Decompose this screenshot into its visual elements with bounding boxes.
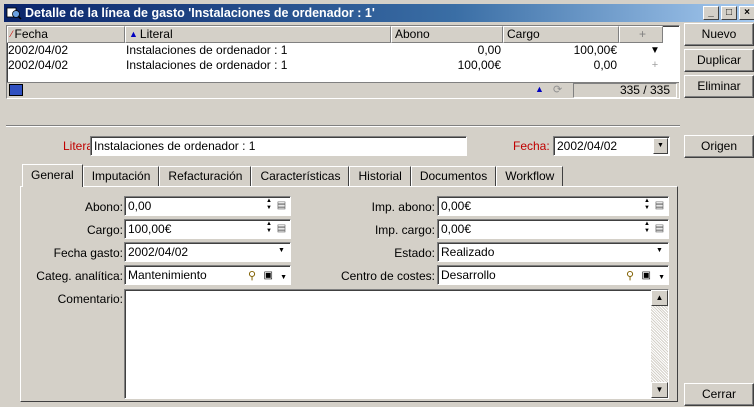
- comentario-textarea[interactable]: ▲ ▼: [124, 289, 669, 399]
- tab-general[interactable]: General: [22, 164, 83, 187]
- literal-field[interactable]: Instalaciones de ordenador : 1: [90, 136, 467, 156]
- centro-costes-field[interactable]: Desarrollo ⚲ ▣ ▼: [437, 265, 669, 285]
- calculator-icon[interactable]: ▤: [276, 199, 287, 212]
- abono-field[interactable]: 0,00 ▲ ▼ ▤: [124, 196, 291, 216]
- app-icon: [6, 6, 22, 20]
- comment-scrollbar[interactable]: ▲ ▼: [651, 290, 668, 398]
- fecha-dropdown-icon[interactable]: ▼: [653, 138, 668, 154]
- separator: [6, 125, 680, 127]
- table-row[interactable]: 2002/04/02 Instalaciones de ordenador : …: [7, 43, 619, 58]
- tab-imputacion[interactable]: Imputación: [82, 166, 160, 187]
- abono-label: Abono:: [84, 200, 123, 214]
- categ-analitica-label: Categ. analítica:: [36, 269, 123, 283]
- estado-label: Estado:: [394, 246, 435, 260]
- minimize-button[interactable]: _: [703, 6, 719, 20]
- estado-dropdown-icon[interactable]: ▼: [652, 244, 667, 260]
- table-row[interactable]: 2002/04/02 Instalaciones de ordenador : …: [7, 58, 619, 73]
- cargo-label: Cargo:: [86, 223, 123, 237]
- fecha-label: Fecha:: [513, 139, 550, 153]
- sort-ascending-icon: ▲: [129, 29, 138, 39]
- list-footer: ▲ ⟳ 335 / 335: [7, 82, 679, 98]
- refresh-icon[interactable]: ⟳: [553, 83, 562, 96]
- origin-button[interactable]: Origen: [684, 135, 754, 158]
- imp-cargo-label: Imp. cargo:: [374, 223, 435, 237]
- imp-abono-spinner-icon[interactable]: ▲ ▼: [642, 198, 652, 214]
- close-button[interactable]: Cerrar: [684, 383, 754, 406]
- fecha-gasto-label: Fecha gasto:: [53, 246, 123, 260]
- magnifier-icon[interactable]: ⚲: [626, 267, 634, 284]
- duplicate-button[interactable]: Duplicar: [684, 49, 754, 72]
- close-window-button[interactable]: ×: [739, 6, 754, 20]
- record-counter: 335 / 335: [573, 83, 677, 98]
- list-options-icon[interactable]: [9, 84, 23, 96]
- cargo-field[interactable]: 100,00€ ▲ ▼ ▤: [124, 219, 291, 239]
- list-header: ⁄ Fecha ▲ Literal Abono Cargo +: [7, 26, 679, 43]
- fecha-gasto-field[interactable]: 2002/04/02 ▼: [124, 242, 291, 262]
- expense-lines-list[interactable]: ⁄ Fecha ▲ Literal Abono Cargo + 2002/04/02…: [6, 25, 680, 99]
- abono-spinner-icon[interactable]: ▲ ▼: [264, 198, 274, 214]
- cargo-spinner-icon[interactable]: ▲ ▼: [264, 221, 274, 237]
- maximize-button[interactable]: □: [721, 6, 737, 20]
- add-row-icon[interactable]: +: [647, 58, 663, 73]
- scroll-up-icon[interactable]: ▲: [535, 84, 544, 94]
- centro-dropdown-icon[interactable]: ▼: [658, 269, 665, 284]
- categ-analitica-field[interactable]: Mantenimiento ⚲ ▣ ▼: [124, 265, 291, 285]
- calculator-icon[interactable]: ▤: [654, 199, 665, 212]
- imp-abono-label: Imp. abono:: [371, 200, 435, 214]
- details-icon[interactable]: ▣: [642, 267, 651, 284]
- calculator-icon[interactable]: ▤: [654, 222, 665, 235]
- fecha-field[interactable]: 2002/04/02 ▼: [553, 136, 670, 156]
- column-header-cargo[interactable]: Cargo: [503, 26, 619, 43]
- sort-indicator-icon: ⁄: [11, 29, 13, 39]
- tab-documentos[interactable]: Documentos: [410, 166, 497, 187]
- imp-cargo-spinner-icon[interactable]: ▲ ▼: [642, 221, 652, 237]
- scroll-up-icon[interactable]: ▲: [651, 290, 668, 306]
- fecha-gasto-dropdown-icon[interactable]: ▼: [274, 244, 289, 260]
- detail-window: Detalle de la línea de gasto 'Instalacio…: [0, 0, 754, 407]
- tab-historial[interactable]: Historial: [349, 166, 411, 187]
- column-header-fecha[interactable]: ⁄ Fecha: [7, 26, 125, 43]
- delete-button[interactable]: Eliminar: [684, 75, 754, 98]
- scroll-down-icon[interactable]: ▼: [647, 43, 663, 58]
- imp-cargo-field[interactable]: 0,00€ ▲ ▼ ▤: [437, 219, 669, 239]
- comentario-label: Comentario:: [57, 292, 123, 306]
- categ-dropdown-icon[interactable]: ▼: [280, 269, 287, 284]
- magnifier-icon[interactable]: ⚲: [248, 267, 256, 284]
- new-button[interactable]: Nuevo: [684, 23, 754, 46]
- tab-bar: General Imputación Refacturación Caracte…: [22, 164, 564, 187]
- centro-costes-label: Centro de costes:: [340, 269, 435, 283]
- details-icon[interactable]: ▣: [264, 267, 273, 284]
- column-chooser-icon[interactable]: +: [619, 26, 663, 43]
- tab-workflow[interactable]: Workflow: [496, 166, 564, 187]
- column-header-abono[interactable]: Abono: [391, 26, 503, 43]
- title-bar[interactable]: Detalle de la línea de gasto 'Instalacio…: [4, 4, 754, 22]
- imp-abono-field[interactable]: 0,00€ ▲ ▼ ▤: [437, 196, 669, 216]
- tab-caracteristicas[interactable]: Características: [251, 166, 350, 187]
- window-title: Detalle de la línea de gasto 'Instalacio…: [25, 6, 375, 20]
- scroll-down-icon[interactable]: ▼: [651, 382, 668, 398]
- estado-field[interactable]: Realizado ▼: [437, 242, 669, 262]
- tab-refacturacion[interactable]: Refacturación: [159, 166, 252, 187]
- calculator-icon[interactable]: ▤: [276, 222, 287, 235]
- column-header-literal[interactable]: ▲ Literal: [125, 26, 391, 43]
